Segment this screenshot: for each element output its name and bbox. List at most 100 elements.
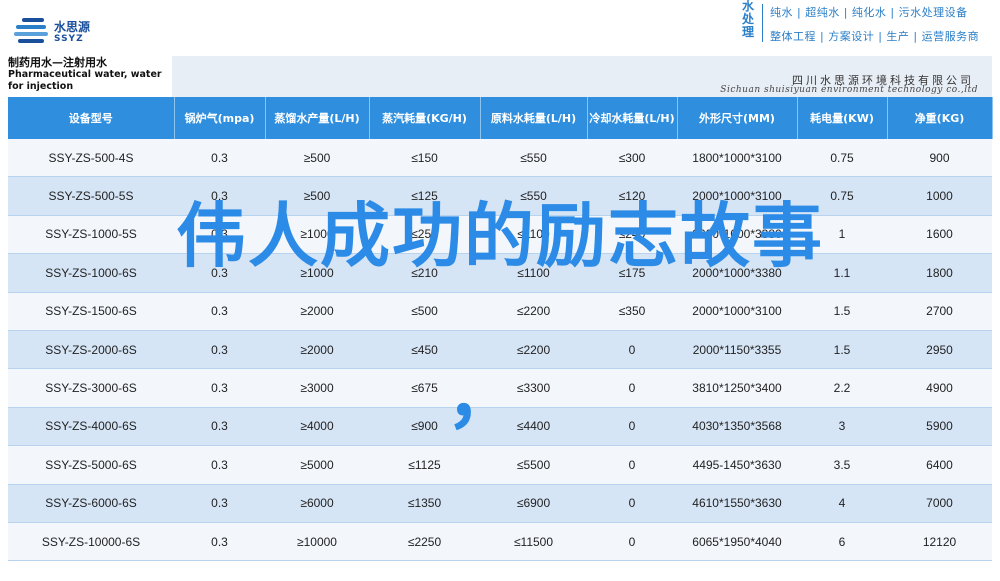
table-cell: 0.3 <box>174 445 265 485</box>
table-cell: ≤500 <box>369 292 480 331</box>
logo-bar <box>16 25 46 29</box>
slogan-block: 水处理 纯水 | 超纯水 | 纯化水 | 污水处理设备 整体工程 | 方案设计 … <box>736 0 1000 46</box>
logo-name-en: SSYZ <box>54 34 84 44</box>
table-cell: 4495-1450*3630 <box>677 445 797 485</box>
model-cell: SSY-ZS-4000-6S <box>8 407 174 447</box>
table-cell: ≥2000 <box>265 330 369 370</box>
table-cell: 1.5 <box>797 292 887 331</box>
column-header: 原料水耗量(L/H) <box>480 97 588 139</box>
table-cell: 6065*1950*4040 <box>677 522 797 562</box>
table-cell: 0 <box>587 484 677 523</box>
table-cell: 0.3 <box>174 139 265 178</box>
table-cell: 12120 <box>887 522 992 562</box>
table-cell: 0 <box>587 407 677 447</box>
document-title-en: Pharmaceutical water, water for injectio… <box>8 69 162 92</box>
table-cell: ≤1125 <box>369 445 480 485</box>
model-cell: SSY-ZS-3000-6S <box>8 368 174 408</box>
table-cell: ≥4000 <box>265 407 369 447</box>
logo-bar <box>18 39 44 43</box>
table-cell: 4900 <box>887 368 992 408</box>
slogan-vertical: 水处理 <box>741 0 754 39</box>
table-cell: 0.75 <box>797 139 887 178</box>
water-drop-icon <box>14 16 48 46</box>
logo-bar <box>14 32 48 36</box>
table-cell: 2000*1000*3100 <box>677 292 797 331</box>
column-header: 耗电量(KW) <box>797 97 888 139</box>
column-header: 设备型号 <box>8 97 175 139</box>
table-cell: 3.5 <box>797 445 887 485</box>
model-cell: SSY-ZS-10000-6S <box>8 522 174 562</box>
table-row: SSY-ZS-500-4S 0.3 ≥500 ≤150 ≤550 ≤300 1800*100… <box>8 139 992 178</box>
table-cell: 6 <box>797 522 887 562</box>
table-cell: 0.3 <box>174 522 265 562</box>
table-cell: 0 <box>587 330 677 370</box>
column-header: 蒸馏水产量(L/H) <box>265 97 370 139</box>
table-cell: 4610*1550*3630 <box>677 484 797 523</box>
table-cell: 4 <box>797 484 887 523</box>
table-cell: ≤6900 <box>480 484 587 523</box>
table-cell: 1.5 <box>797 330 887 370</box>
column-header: 蒸汽耗量(KG/H) <box>369 97 481 139</box>
table-cell: ≤150 <box>369 139 480 178</box>
document-title: 制药用水—注射用水 Pharmaceutical water, water fo… <box>8 56 172 97</box>
model-cell: SSY-ZS-6000-6S <box>8 484 174 523</box>
table-cell: 2.2 <box>797 368 887 408</box>
table-cell: ≥500 <box>265 139 369 178</box>
table-cell: 2700 <box>887 292 992 331</box>
table-row: SSY-ZS-5000-6S 0.3 ≥5000 ≤1125 ≤5500 0 4495-14… <box>8 445 992 485</box>
company-name-en: Sichuan shuisiyuan environment technolog… <box>720 85 978 95</box>
table-cell: 0.3 <box>174 330 265 370</box>
table-cell: 5900 <box>887 407 992 447</box>
company-logo: 水思源 SSYZ <box>14 12 124 56</box>
table-cell: ≤2250 <box>369 522 480 562</box>
table-cell: ≥10000 <box>265 522 369 562</box>
column-header: 净重(KG) <box>887 97 993 139</box>
model-cell: SSY-ZS-500-4S <box>8 139 174 178</box>
table-cell: 4030*1350*3568 <box>677 407 797 447</box>
company-header: 四川水思源环境科技有限公司 Sichuan shuisiyuan environ… <box>172 56 992 98</box>
table-header-row: 设备型号 锅炉气(mpa) 蒸馏水产量(L/H) 蒸汽耗量(KG/H) 原料水耗量(L/… <box>8 97 993 139</box>
table-cell: ≤350 <box>587 292 677 331</box>
slogan-line-2: 整体工程 | 方案设计 | 生产 | 运营服务商 <box>770 30 980 43</box>
column-header: 冷却水耗量(L/H) <box>587 97 678 139</box>
table-cell: ≤1350 <box>369 484 480 523</box>
overlay-comma: ， <box>446 354 519 438</box>
table-cell: 0 <box>587 445 677 485</box>
table-cell: ≤550 <box>480 139 587 178</box>
table-cell: ≥6000 <box>265 484 369 523</box>
table-row: SSY-ZS-10000-6S 0.3 ≥10000 ≤2250 ≤11500 0 6065… <box>8 522 992 562</box>
model-cell: SSY-ZS-5000-6S <box>8 445 174 485</box>
table-cell: 2000*1150*3355 <box>677 330 797 370</box>
table-cell: ≤300 <box>587 139 677 178</box>
slogan-divider <box>762 4 763 42</box>
slogan-line-1: 纯水 | 超纯水 | 纯化水 | 污水处理设备 <box>770 6 968 19</box>
table-cell: 3810*1250*3400 <box>677 368 797 408</box>
table-cell: 0.3 <box>174 484 265 523</box>
table-cell: 0 <box>587 368 677 408</box>
table-row: SSY-ZS-6000-6S 0.3 ≥6000 ≤1350 ≤6900 0 4610*15… <box>8 484 992 523</box>
table-cell: ≤2200 <box>480 292 587 331</box>
spec-table: 设备型号 锅炉气(mpa) 蒸馏水产量(L/H) 蒸汽耗量(KG/H) 原料水耗量(L/… <box>8 97 993 562</box>
table-cell: ≥3000 <box>265 368 369 408</box>
table-cell: 900 <box>887 139 992 178</box>
logo-bar <box>22 18 44 22</box>
overlay-title: 伟人成功的励志故事 <box>176 195 824 277</box>
column-header: 锅炉气(mpa) <box>174 97 266 139</box>
table-cell: 0 <box>587 522 677 562</box>
table-cell: 1800*1000*3100 <box>677 139 797 178</box>
logo-name-cn: 水思源 <box>54 20 91 34</box>
table-cell: 6400 <box>887 445 992 485</box>
model-cell: SSY-ZS-2000-6S <box>8 330 174 370</box>
table-cell: 7000 <box>887 484 992 523</box>
table-cell: ≥5000 <box>265 445 369 485</box>
table-cell: ≤5500 <box>480 445 587 485</box>
document-title-cn: 制药用水—注射用水 <box>8 56 107 69</box>
model-cell: SSY-ZS-1500-6S <box>8 292 174 331</box>
table-cell: ≥2000 <box>265 292 369 331</box>
table-cell: 0.3 <box>174 368 265 408</box>
table-cell: 0.3 <box>174 292 265 331</box>
table-row: SSY-ZS-1500-6S 0.3 ≥2000 ≤500 ≤2200 ≤350 2000*… <box>8 292 992 331</box>
column-header: 外形尺寸(MM) <box>677 97 798 139</box>
table-cell: 3 <box>797 407 887 447</box>
table-cell: ≤11500 <box>480 522 587 562</box>
